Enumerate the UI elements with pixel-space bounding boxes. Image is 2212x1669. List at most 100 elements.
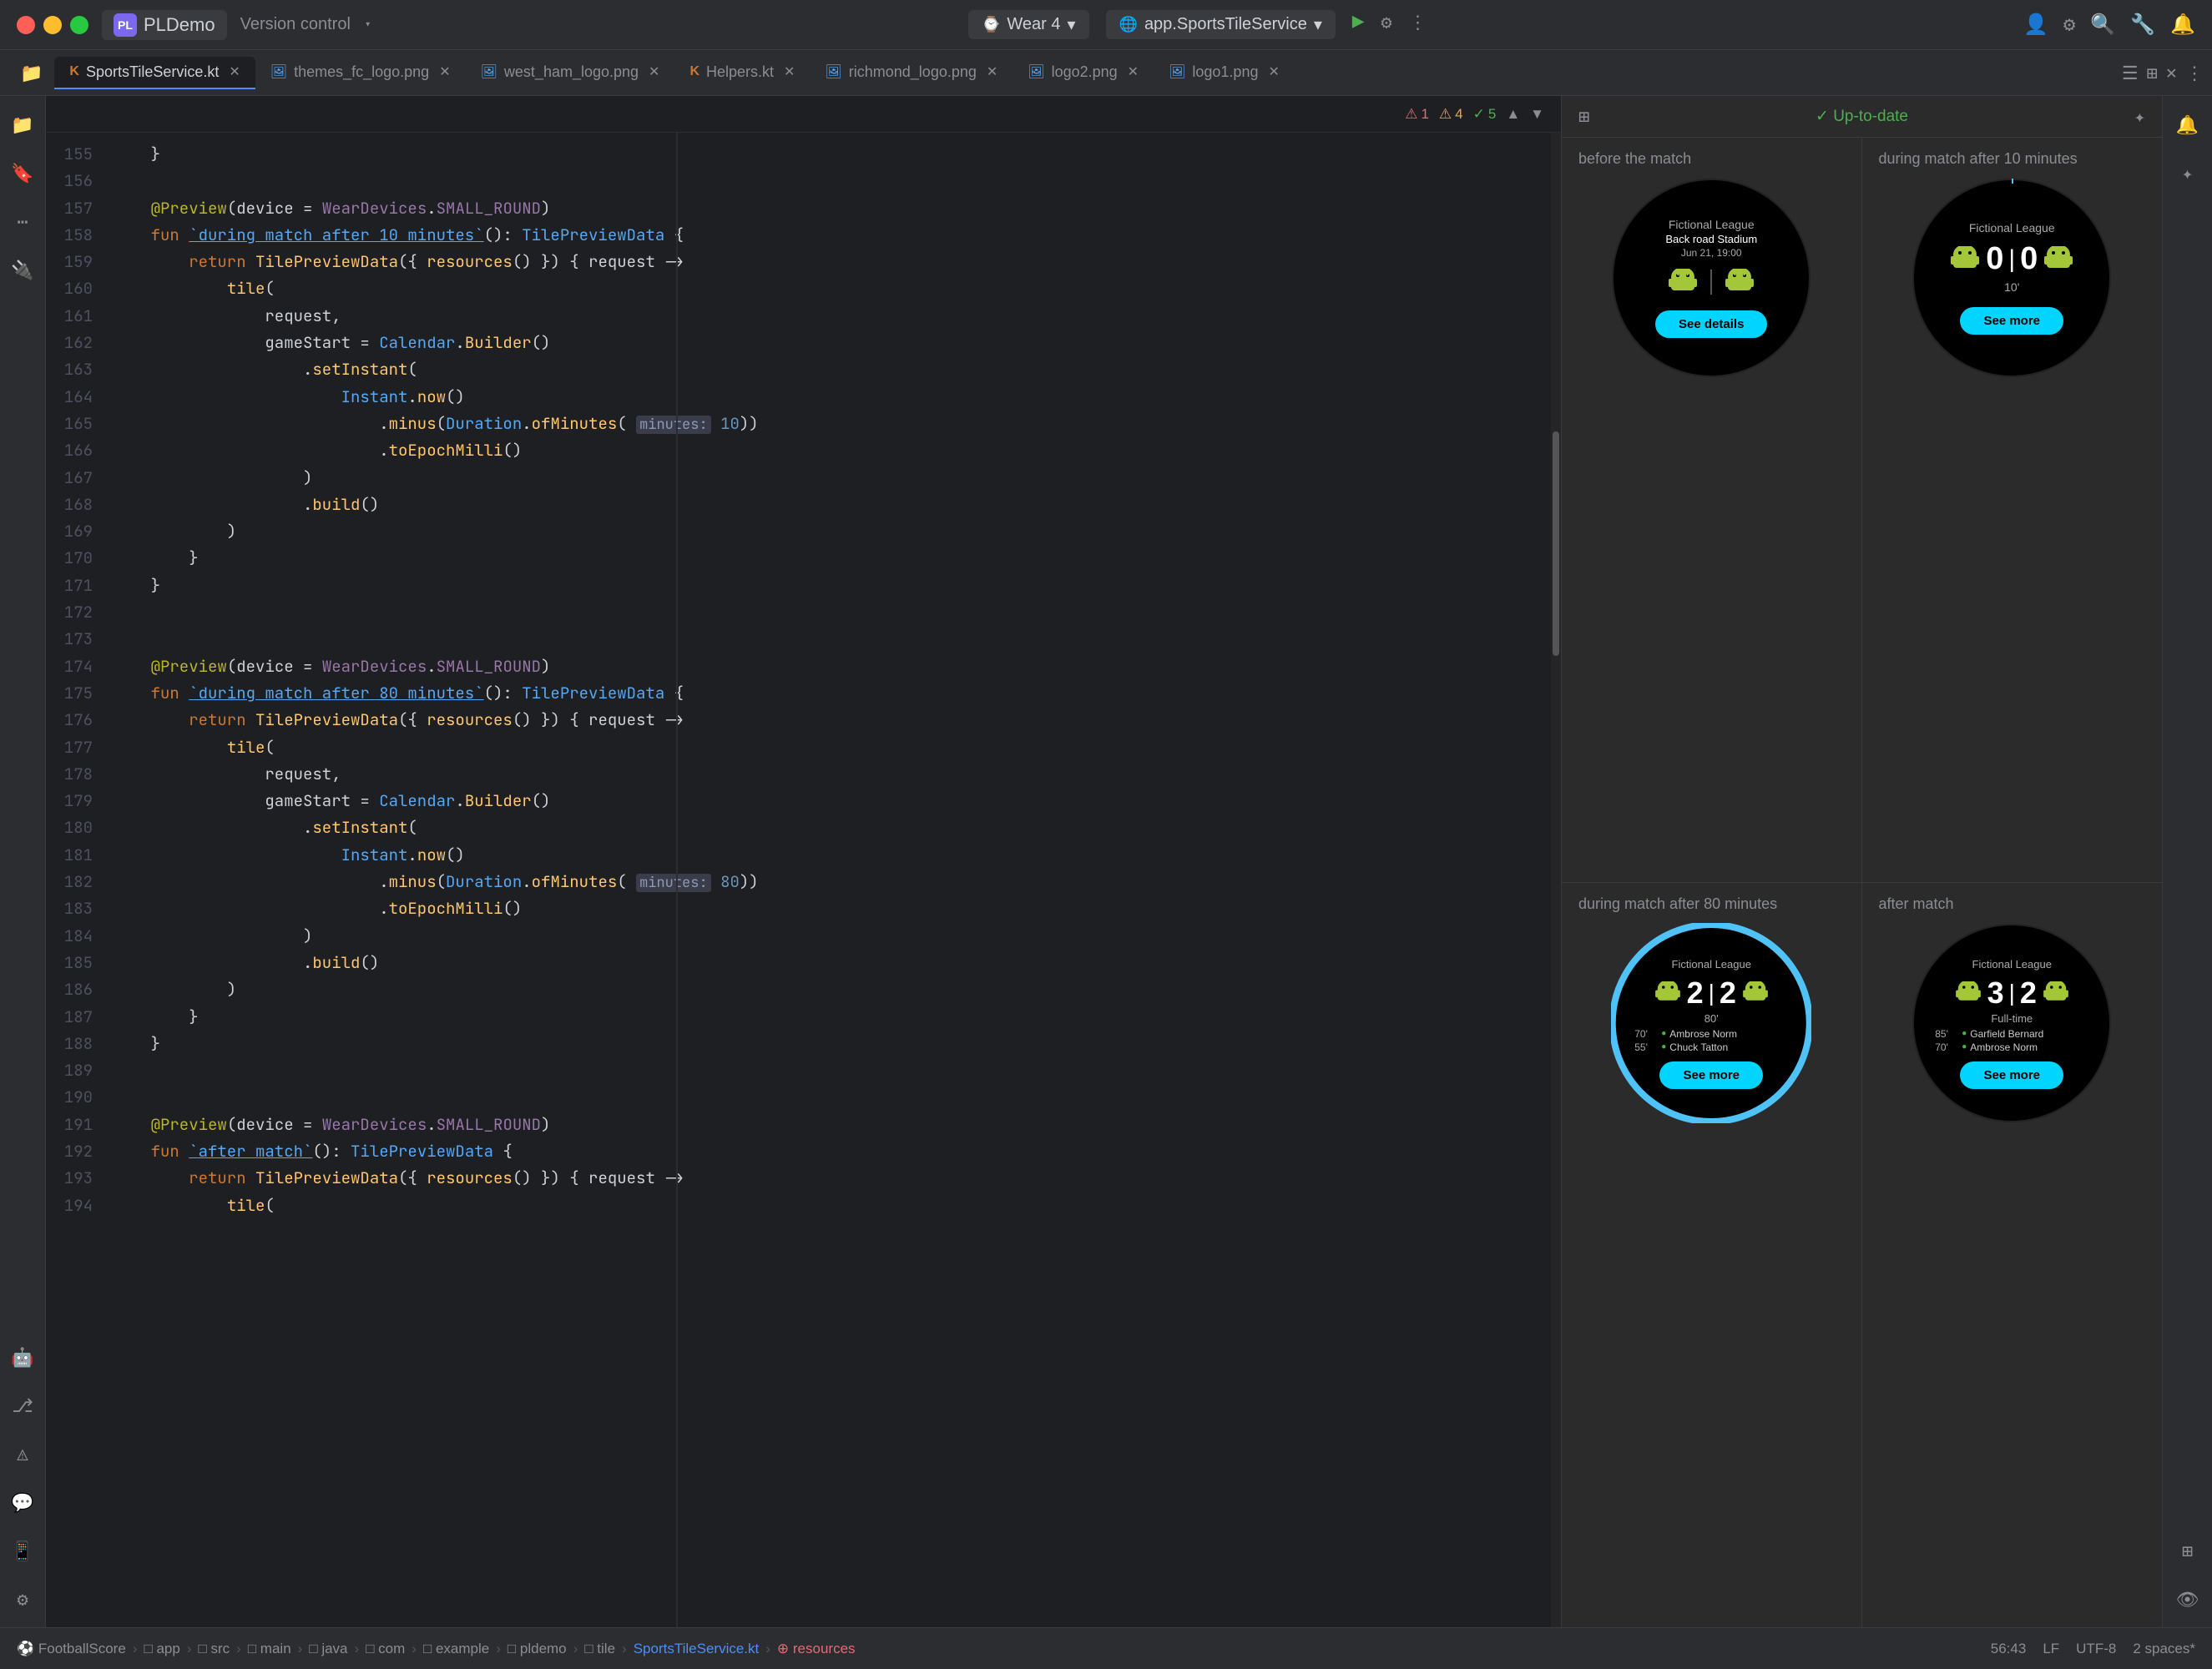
score-right-10min: 0 [2020,241,2038,277]
tab-file-explorer[interactable]: 📁 [8,54,54,92]
maximize-button[interactable] [70,16,88,34]
tabs-bar: 📁 K SportsTileService.kt ✕ 🖼 themes_fc_l… [0,50,2212,96]
tab-logo1[interactable]: 🖼 logo1.png ✕ [1154,57,1295,89]
scorer-dot: ● [1661,1042,1666,1051]
right-sidebar-notifications-icon[interactable]: 🔔 [2172,108,2204,140]
preview-icons: ⊞ [1578,104,1589,129]
tab-close-icon[interactable]: ✕ [987,63,997,80]
score-divider-10min: | [2008,245,2015,274]
tab-close-icon[interactable]: ✕ [439,63,450,80]
tab-close-icon[interactable]: ✕ [229,63,240,80]
warnings-bar: ⚠ 1 ⚠ 4 ✓ 5 ▲ ▼ [1405,106,1544,123]
tab-themes-logo[interactable]: 🖼 themes_fc_logo.png ✕ [255,57,466,89]
tabs-menu-icon[interactable]: ☰ [2122,61,2139,85]
tab-logo2[interactable]: 🖼 logo2.png ✕ [1013,57,1154,89]
bc-src[interactable]: □ src [198,1641,230,1657]
bc-file[interactable]: SportsTileService.kt [634,1641,760,1657]
collapse-warnings-icon[interactable]: ▼ [1530,106,1544,123]
see-more-button-10min[interactable]: See more [1960,307,2063,335]
bc-pldemo[interactable]: □ pldemo [508,1641,567,1657]
minimize-button[interactable] [43,16,62,34]
error-count-badge[interactable]: ⚠ 1 [1405,106,1429,123]
sidebar-git-icon[interactable]: ⎇ [7,1389,38,1421]
bc-app[interactable]: □ app [144,1641,179,1657]
tab-close-icon[interactable]: ✕ [784,63,795,80]
code-line-177: tile( [104,734,1561,761]
bc-com[interactable]: □ com [366,1641,405,1657]
bc-java[interactable]: □ java [309,1641,347,1657]
sidebar-problems-icon[interactable]: ⚠ [7,1438,38,1470]
code-line-191: @Preview(device = WearDevices.SMALL_ROUN… [104,1112,1561,1138]
sidebar-messages-icon[interactable]: 💬 [7,1486,38,1518]
titlebar-right: 👤 ⚙ 🔍 🔧 🔔 [2023,12,2195,38]
more-run-options-icon[interactable]: ⋮ [1409,10,1427,39]
bc-example[interactable]: □ example [423,1641,489,1657]
watch-before-match: Fictional League Back road Stadium Jun 2… [1611,178,1811,378]
code-line-190 [104,1084,1561,1111]
see-more-button-after[interactable]: See more [1960,1061,2063,1089]
code-line-158: fun `during match after 10 minutes`(): T… [104,222,1561,249]
search-icon[interactable]: 🔍 [2090,12,2115,38]
cursor-position[interactable]: 56:43 [1991,1641,2027,1657]
right-sidebar-diff-icon[interactable]: ⊞ [2172,1535,2204,1566]
tab-richmond-logo[interactable]: 🖼 richmond_logo.png ✕ [810,57,1013,89]
code-line-165: .minus(Duration.ofMinutes( minutes: 10)) [104,411,1561,437]
warning-count-badge[interactable]: ⚠ 4 [1439,106,1463,123]
sidebar-settings-icon[interactable]: ⚙ [7,1583,38,1615]
tab-close-icon[interactable]: ✕ [649,63,659,80]
indent[interactable]: 2 spaces* [2133,1641,2195,1657]
app-name-label: PLDemo [144,14,215,36]
tab-close-icon[interactable]: ✕ [1128,63,1139,80]
split-editor-icon[interactable]: ⊞ [2147,61,2158,85]
right-sidebar-ai-icon[interactable]: ✦ [2172,157,2204,189]
service-selector[interactable]: 🌐 app.SportsTileService ▾ [1106,10,1336,39]
tabs-more-icon[interactable]: ⋮ [2185,61,2204,85]
debug-icon[interactable]: ⚙ [1381,10,1391,39]
version-control-label[interactable]: Version control [240,15,351,34]
sidebar-more-icon[interactable]: ⋯ [7,205,38,237]
scorer-min: 85' [1935,1028,1958,1040]
scorer-dot: ● [1962,1029,1967,1038]
bc-football-score[interactable]: ⚽ FootballScore [17,1641,126,1657]
right-sidebar-preview-icon[interactable]: 👁 [2172,1583,2204,1615]
sidebar-plugins-icon[interactable]: 🔌 [7,254,38,285]
sidebar-device-icon[interactable]: 📱 [7,1535,38,1566]
notifications-icon[interactable]: 🔔 [2170,12,2195,38]
status-after: Full-time [1991,1012,2033,1025]
preview-label-after: after match [1871,895,1954,913]
preview-settings-icon[interactable]: ✦ [2134,104,2145,129]
tab-west-ham-logo[interactable]: 🖼 west_ham_logo.png ✕ [466,57,675,89]
tab-label: west_ham_logo.png [504,63,639,81]
expand-warnings-icon[interactable]: ▲ [1506,106,1520,123]
tab-icon-img: 🖼 [1028,63,1044,80]
tab-close-icon[interactable]: ✕ [1268,63,1279,80]
run-button[interactable]: ▶ [1352,10,1364,39]
preview-label-before: before the match [1570,150,1691,168]
bc-tile[interactable]: □ tile [584,1641,615,1657]
info-count-badge[interactable]: ✓ 5 [1473,106,1497,123]
sidebar-bookmarks-icon[interactable]: 🔖 [7,157,38,189]
plugins-icon[interactable]: 🔧 [2130,12,2155,38]
preview-layout-icon[interactable]: ⊞ [1578,104,1589,129]
settings-icon[interactable]: ⚙ [2063,12,2075,38]
close-editor-icon[interactable]: ✕ [2166,61,2177,85]
wear-selector[interactable]: ⌚ Wear 4 ▾ [968,10,1089,39]
tab-sports-tile-service[interactable]: K SportsTileService.kt ✕ [54,57,255,89]
code-line-167: ) [104,465,1561,492]
close-button[interactable] [17,16,35,34]
see-more-button-80min[interactable]: See more [1659,1061,1763,1089]
bc-main[interactable]: □ main [248,1641,291,1657]
charset[interactable]: UTF-8 [2076,1641,2116,1657]
tab-label: SportsTileService.kt [86,63,219,81]
sidebar-android-icon[interactable]: 🤖 [7,1341,38,1373]
scorer-min: 70' [1634,1028,1658,1040]
profile-icon[interactable]: 👤 [2023,12,2048,38]
tab-helpers[interactable]: K Helpers.kt ✕ [674,57,810,89]
line-endings[interactable]: LF [2043,1641,2059,1657]
bc-resources[interactable]: ⊕ resources [777,1641,856,1657]
editor-area: ⚠ 1 ⚠ 4 ✓ 5 ▲ ▼ 155 156 157 158 159 160 … [46,96,1561,1627]
see-details-button[interactable]: See details [1655,310,1767,338]
code-line-170: } [104,545,1561,572]
sidebar-project-icon[interactable]: 📁 [7,108,38,140]
app-name-badge[interactable]: PL PLDemo [102,10,227,40]
